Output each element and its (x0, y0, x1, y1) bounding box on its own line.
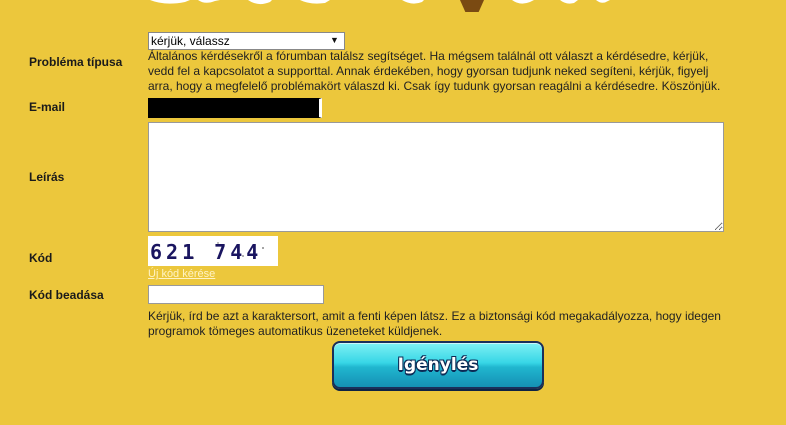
code-entry-help-text: Kérjük, írd be azt a karaktersort, amit … (148, 309, 721, 338)
code-label: Kód (29, 251, 53, 265)
problem-type-help-text: Általános kérdésekről a fórumban találsz… (148, 49, 721, 93)
captcha-image: 621 744 (148, 236, 278, 266)
problem-type-label: Probléma típusa (29, 55, 123, 69)
description-textarea[interactable] (148, 122, 724, 232)
problem-type-select[interactable]: kérjük, válassz (148, 32, 345, 50)
new-code-link[interactable]: Új kód kérése (148, 268, 215, 280)
code-entry-label: Kód beadása (29, 288, 104, 302)
submit-button[interactable]: Igénylés (332, 341, 544, 389)
support-form-page: Probléma típusa kérjük, válassz ▼ Általá… (0, 0, 786, 425)
header-logo-fragment (150, 0, 610, 12)
description-label: Leírás (29, 170, 65, 184)
email-label: E-mail (29, 100, 66, 114)
code-entry-input[interactable] (148, 285, 324, 304)
submit-button-label: Igénylés (397, 355, 479, 375)
email-field[interactable] (148, 98, 322, 118)
captcha-text: 621 744 (150, 240, 263, 264)
